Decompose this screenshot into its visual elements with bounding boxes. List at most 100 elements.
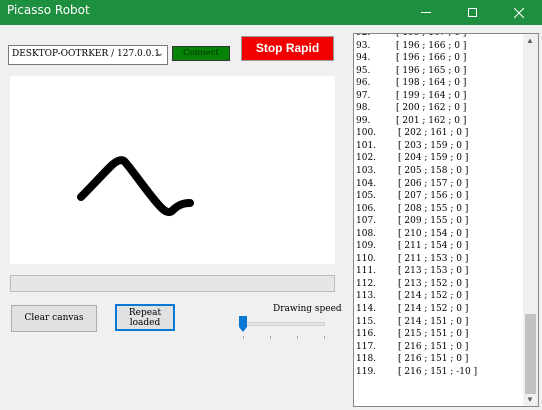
- point-index: 98.: [356, 103, 371, 114]
- point-index: 114.: [356, 304, 377, 315]
- point-index: 94.: [356, 53, 371, 64]
- drawn-stroke: [77, 156, 194, 216]
- point-coordinates: [ 214 ; 152 ; 0 ]: [398, 304, 469, 315]
- point-index: 107.: [356, 216, 377, 227]
- point-coordinates: [ 204 ; 159 ; 0 ]: [398, 153, 469, 164]
- list-item[interactable]: 101. [ 203 ; 159 ; 0 ]: [354, 140, 524, 153]
- list-item[interactable]: 118. [ 216 ; 151 ; 0 ]: [354, 353, 524, 366]
- slider-thumb[interactable]: [239, 316, 247, 332]
- slider-tick: [324, 336, 325, 339]
- chevron-down-icon: ⌄: [155, 48, 164, 59]
- list-item[interactable]: 110. [ 211 ; 153 ; 0 ]: [354, 253, 524, 266]
- repeat-label-line2: loaded: [129, 318, 161, 328]
- list-item[interactable]: 98. [ 200 ; 162 ; 0 ]: [354, 102, 524, 115]
- point-coordinates: [ 205 ; 158 ; 0 ]: [398, 166, 469, 177]
- point-coordinates: [ 198 ; 164 ; 0 ]: [396, 78, 467, 89]
- list-item[interactable]: 93. [ 196 ; 166 ; 0 ]: [354, 40, 524, 53]
- scroll-up-icon[interactable]: ▲: [526, 36, 534, 45]
- point-coordinates: [ 208 ; 155 ; 0 ]: [398, 203, 469, 214]
- point-index: 104.: [356, 178, 377, 189]
- scroll-down-icon[interactable]: ▼: [526, 395, 534, 404]
- point-coordinates: [ 216 ; 151 ; 0 ]: [398, 341, 469, 352]
- point-coordinates: [ 199 ; 164 ; 0 ]: [396, 90, 467, 101]
- points-list[interactable]: 92.[ 195 ; 167 ; 0 ] 93.[ 196 ; 166 ; 0 ]…: [353, 33, 539, 407]
- close-icon: [514, 7, 524, 18]
- point-index: 93.: [356, 40, 371, 51]
- connect-button[interactable]: Connect: [172, 46, 230, 61]
- close-button[interactable]: [496, 0, 542, 25]
- point-index: 118.: [356, 354, 377, 365]
- slider-tick: [270, 336, 271, 339]
- list-item[interactable]: 111. [ 213 ; 153 ; 0 ]: [354, 265, 524, 278]
- list-item[interactable]: 96. [ 198 ; 164 ; 0 ]: [354, 77, 524, 90]
- minimize-button[interactable]: [403, 0, 449, 25]
- window-title: Picasso Robot: [7, 3, 90, 17]
- points-list-rows: 92.[ 195 ; 167 ; 0 ] 93.[ 196 ; 166 ; 0 ]…: [354, 34, 524, 379]
- point-index: 102.: [356, 153, 377, 164]
- drawing-progress-bar: [10, 275, 335, 292]
- list-item[interactable]: 117. [ 216 ; 151 ; 0 ]: [354, 341, 524, 354]
- list-item[interactable]: 107. [ 209 ; 155 ; 0 ]: [354, 215, 524, 228]
- list-item[interactable]: 103. [ 205 ; 158 ; 0 ]: [354, 165, 524, 178]
- slider-tick: [297, 336, 298, 339]
- point-index: 108.: [356, 228, 377, 239]
- point-coordinates: [ 203 ; 159 ; 0 ]: [398, 140, 469, 151]
- maximize-icon: [467, 8, 477, 17]
- point-index: 99.: [356, 115, 371, 126]
- point-coordinates: [ 200 ; 162 ; 0 ]: [396, 103, 467, 114]
- clear-canvas-button[interactable]: Clear canvas: [11, 305, 97, 332]
- list-item[interactable]: 108. [ 210 ; 154 ; 0 ]: [354, 228, 524, 241]
- drawing-speed-label: Drawing speed: [273, 304, 342, 314]
- point-index: 113.: [356, 291, 377, 302]
- list-item[interactable]: 97. [ 199 ; 164 ; 0 ]: [354, 90, 524, 103]
- list-item[interactable]: 102. [ 204 ; 159 ; 0 ]: [354, 152, 524, 165]
- list-item[interactable]: 113. [ 214 ; 152 ; 0 ]: [354, 290, 524, 303]
- list-item[interactable]: 106. [ 208 ; 155 ; 0 ]: [354, 203, 524, 216]
- list-item[interactable]: 104. [ 206 ; 157 ; 0 ]: [354, 178, 524, 191]
- title-bar: Picasso Robot: [0, 0, 542, 25]
- point-coordinates: [ 216 ; 151 ; -10 ]: [398, 366, 478, 377]
- list-item[interactable]: 95. [ 196 ; 165 ; 0 ]: [354, 65, 524, 78]
- point-index: 101.: [356, 140, 377, 151]
- list-item[interactable]: 94. [ 196 ; 166 ; 0 ]: [354, 52, 524, 65]
- point-coordinates: [ 207 ; 156 ; 0 ]: [398, 191, 469, 202]
- robot-address-value: DESKTOP-OOTRKER / 127.0.0.1: [12, 49, 160, 59]
- point-coordinates: [ 206 ; 157 ; 0 ]: [398, 178, 469, 189]
- point-coordinates: [ 216 ; 151 ; 0 ]: [398, 354, 469, 365]
- point-coordinates: [ 196 ; 165 ; 0 ]: [396, 65, 467, 76]
- point-index: 105.: [356, 191, 377, 202]
- point-index: 96.: [356, 78, 371, 89]
- list-item[interactable]: 105. [ 207 ; 156 ; 0 ]: [354, 190, 524, 203]
- point-coordinates: [ 211 ; 153 ; 0 ]: [398, 253, 469, 264]
- list-item[interactable]: 99. [ 201 ; 162 ; 0 ]: [354, 115, 524, 128]
- point-index: 119.: [356, 366, 377, 377]
- list-item[interactable]: 109. [ 211 ; 154 ; 0 ]: [354, 240, 524, 253]
- maximize-button[interactable]: [449, 0, 495, 25]
- drawing-speed-slider[interactable]: [238, 314, 328, 340]
- repeat-loaded-button[interactable]: Repeat loaded: [115, 304, 175, 331]
- point-coordinates: [ 214 ; 151 ; 0 ]: [398, 316, 469, 327]
- list-item[interactable]: 114. [ 214 ; 152 ; 0 ]: [354, 303, 524, 316]
- list-item[interactable]: 116. [ 215 ; 151 ; 0 ]: [354, 328, 524, 341]
- stop-rapid-label: Stop Rapid: [255, 41, 320, 55]
- point-coordinates: [ 215 ; 151 ; 0 ]: [398, 329, 469, 340]
- stop-rapid-button[interactable]: Stop Rapid: [241, 36, 334, 61]
- point-coordinates: [ 209 ; 155 ; 0 ]: [398, 216, 469, 227]
- point-coordinates: [ 196 ; 166 ; 0 ]: [396, 53, 467, 64]
- list-item[interactable]: 119. [ 216 ; 151 ; -10 ]: [354, 366, 524, 379]
- scrollbar-thumb[interactable]: [525, 314, 536, 394]
- point-index: 106.: [356, 203, 377, 214]
- connect-button-label: Connect: [183, 48, 219, 58]
- point-index: 117.: [356, 341, 377, 352]
- vertical-scrollbar[interactable]: ▲ ▼: [523, 34, 538, 406]
- point-coordinates: [ 201 ; 162 ; 0 ]: [396, 115, 467, 126]
- point-coordinates: [ 214 ; 152 ; 0 ]: [398, 291, 469, 302]
- point-index: 116.: [356, 329, 377, 340]
- list-item[interactable]: 112. [ 213 ; 152 ; 0 ]: [354, 278, 524, 291]
- list-item[interactable]: 115. [ 214 ; 151 ; 0 ]: [354, 316, 524, 329]
- slider-tick: [243, 336, 244, 339]
- point-index: 115.: [356, 316, 377, 327]
- robot-address-select[interactable]: DESKTOP-OOTRKER / 127.0.0.1 ⌄: [8, 45, 168, 65]
- drawing-canvas[interactable]: [10, 76, 335, 264]
- list-item[interactable]: 100. [ 202 ; 161 ; 0 ]: [354, 127, 524, 140]
